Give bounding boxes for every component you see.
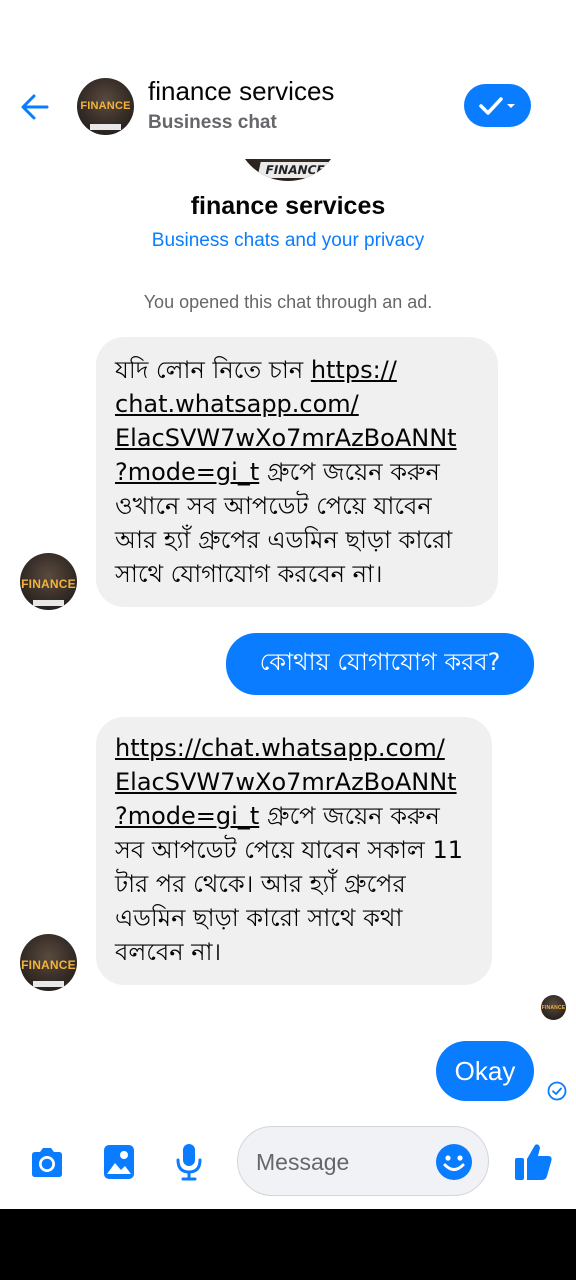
avatar-logo: FINANCE xyxy=(21,577,76,591)
header-bar: FINANCE finance services Business chat xyxy=(0,60,576,150)
header-avatar-strip xyxy=(89,124,122,130)
message-input[interactable]: Message xyxy=(237,1126,489,1196)
read-receipt-avatar: FINANCE xyxy=(541,995,566,1020)
chat-title[interactable]: finance services xyxy=(148,76,334,107)
intro-name: finance services xyxy=(190,192,386,220)
sender-avatar[interactable]: FINANCE xyxy=(20,553,77,610)
message-text: যদি লোন নিতে চান xyxy=(115,356,311,384)
sent-check-icon xyxy=(546,1080,568,1102)
message-bubble-outgoing[interactable]: Okay xyxy=(436,1041,534,1101)
composer-bar: Message xyxy=(0,1118,576,1206)
ad-notice: You opened this chat through an ad. xyxy=(143,292,433,312)
link-part: chat.whatsapp.com/ xyxy=(115,390,359,418)
intro-avatar: FINANCE xyxy=(235,159,341,181)
back-arrow-icon[interactable] xyxy=(14,86,56,128)
thumbs-up-icon[interactable] xyxy=(510,1138,556,1186)
emoji-icon[interactable] xyxy=(434,1142,474,1182)
privacy-link[interactable]: Business chats and your privacy xyxy=(0,230,576,252)
message-placeholder: Message xyxy=(256,1149,350,1175)
check-dropdown-button[interactable] xyxy=(464,84,531,127)
link-part: ElacSVW7wXo7mrAzBoANNt xyxy=(115,768,457,796)
sender-avatar[interactable]: FINANCE xyxy=(20,934,77,991)
message-bubble-outgoing[interactable]: কোথায় যোগাযোগ করব? xyxy=(226,633,534,695)
avatar-strip xyxy=(32,600,65,606)
link-part: ?mode=gi_t xyxy=(115,458,260,486)
message-bubble-incoming[interactable]: যদি লোন নিতে চান https:// chat.whatsapp.c… xyxy=(96,337,498,607)
intro-avatar-strip: FINANCE xyxy=(257,162,333,178)
camera-icon[interactable] xyxy=(26,1142,68,1184)
avatar-logo: FINANCE xyxy=(541,1005,566,1011)
link-part: https://chat.whatsapp.com/ xyxy=(115,734,445,762)
header-avatar-logo: FINANCE xyxy=(80,100,131,112)
system-navigation-bar xyxy=(0,1209,576,1280)
avatar-strip xyxy=(32,981,65,987)
link-part: https:// xyxy=(310,356,397,384)
link-part: ?mode=gi_t xyxy=(115,802,260,830)
header-avatar[interactable]: FINANCE xyxy=(77,78,134,135)
chat-subtitle: Business chat xyxy=(148,112,277,133)
microphone-icon[interactable] xyxy=(168,1140,210,1184)
avatar-logo: FINANCE xyxy=(21,958,76,972)
link-part: ElacSVW7wXo7mrAzBoANNt xyxy=(115,424,457,452)
check-dropdown-icon xyxy=(478,96,515,115)
gallery-icon[interactable] xyxy=(98,1140,140,1184)
message-bubble-incoming[interactable]: https://chat.whatsapp.com/ElacSVW7wXo7mr… xyxy=(96,717,492,985)
